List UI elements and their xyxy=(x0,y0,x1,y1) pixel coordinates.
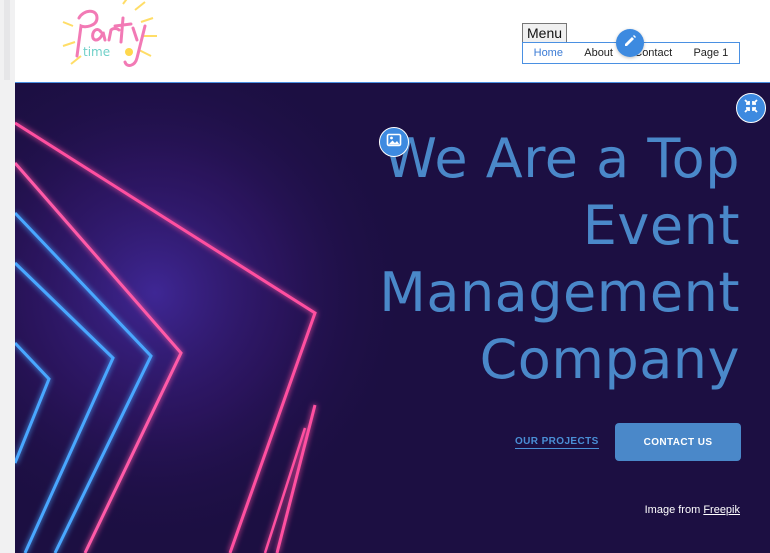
image-credit: Image from Freepik xyxy=(645,504,740,516)
contact-us-button[interactable]: CONTACT US xyxy=(615,423,741,461)
nav-item-home[interactable]: Home xyxy=(534,47,563,59)
svg-text:time: time xyxy=(83,45,110,59)
headline-line-3: Management xyxy=(379,261,740,324)
pencil-icon xyxy=(623,34,637,53)
hero-section: We Are a Top Event Management Company OU… xyxy=(15,83,770,553)
nav-item-page-1[interactable]: Page 1 xyxy=(693,47,728,59)
site-header: time Menu Home About Contact Page 1 xyxy=(15,0,770,83)
edit-header-button[interactable] xyxy=(616,29,644,57)
headline-line-2: Event xyxy=(582,194,740,257)
hero-headline: We Are a Top Event Management Company xyxy=(340,125,740,393)
collapse-arrows-icon xyxy=(743,98,759,119)
change-image-button[interactable] xyxy=(379,127,409,157)
image-icon xyxy=(386,132,402,153)
headline-line-4: Company xyxy=(479,328,740,391)
credit-prefix: Image from xyxy=(644,504,701,516)
party-time-logo[interactable]: time xyxy=(53,0,173,82)
menu-toggle-button[interactable]: Menu xyxy=(522,23,568,43)
nav-item-about[interactable]: About xyxy=(584,47,613,59)
our-projects-link[interactable]: OUR PROJECTS xyxy=(515,436,599,449)
left-rail xyxy=(0,0,16,553)
collapse-button[interactable] xyxy=(736,93,766,123)
freepik-link[interactable]: Freepik xyxy=(703,504,740,516)
rail-handle xyxy=(4,0,10,80)
